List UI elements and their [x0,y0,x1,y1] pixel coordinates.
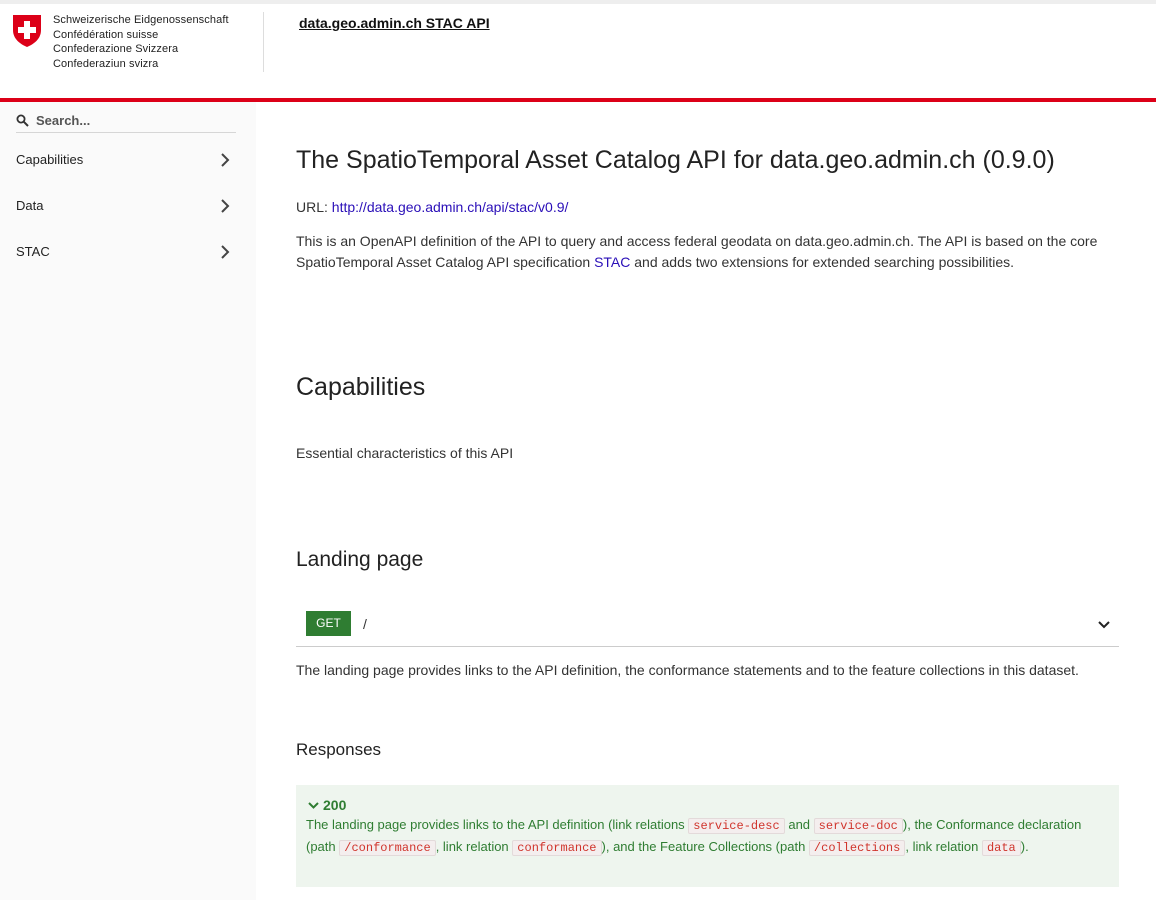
page-header: Schweizerische Eidgenossenschaft Confédé… [0,4,1156,98]
api-description: This is an OpenAPI definition of the API… [296,231,1116,273]
intro-text: and adds two extensions for extended sea… [634,254,1015,270]
operation-description: The landing page provides links to the A… [296,662,1079,678]
search-input[interactable] [36,110,232,130]
confederation-name: Schweizerische Eidgenossenschaft Confédé… [53,13,229,71]
sidebar-item-label: Data [16,198,44,213]
api-url-link[interactable]: http://data.geo.admin.ch/api/stac/v0.9/ [332,199,569,215]
http-method-badge: GET [306,611,351,636]
url-label: URL: [296,199,328,215]
search-icon [16,114,29,127]
response-description: The landing page provides links to the A… [306,815,1106,858]
confederation-line: Confederaziun svizra [53,57,159,70]
sidebar-item-stac[interactable]: STAC [0,232,256,272]
operation-row[interactable]: GET / [296,608,1119,647]
responses-heading: Responses [296,740,382,759]
api-url-line: URL: http://data.geo.admin.ch/api/stac/v… [296,199,568,215]
code-token: service-doc [813,818,903,834]
page-title: The SpatioTemporal Asset Catalog API for… [296,146,1055,174]
search-box [16,110,236,133]
response-200-panel[interactable]: 200 The landing page provides links to t… [296,785,1119,887]
response-text: , link relation [435,838,509,854]
chevron-right-icon [221,153,230,167]
code-token: /collections [808,839,906,856]
capabilities-heading: Capabilities [296,373,426,401]
code-token: conformance [512,839,602,856]
chevron-down-icon [308,802,319,809]
sidebar-item-label: Capabilities [16,152,84,167]
response-text: and [788,817,811,832]
operation-path: / [363,616,367,632]
chevron-down-icon[interactable] [1097,618,1111,632]
response-code: 200 [323,797,347,813]
confederation-line: Confédération suisse [53,28,159,41]
header-divider [263,12,264,72]
chevron-right-icon [221,245,230,259]
response-text: ). [1020,838,1029,854]
sidebar: Capabilities Data STAC [0,102,256,900]
chevron-right-icon [221,199,230,213]
sidebar-item-capabilities[interactable]: Capabilities [0,140,256,180]
code-token: service-desc [688,818,785,834]
code-token: /conformance [339,839,436,856]
confederation-line: Confederazione Svizzera [53,43,179,56]
stac-link[interactable]: STAC [594,254,630,270]
sidebar-item-data[interactable]: Data [0,186,256,226]
site-title-link[interactable]: data.geo.admin.ch STAC API [299,15,490,31]
sidebar-item-label: STAC [16,244,50,259]
confederation-line: Schweizerische Eidgenossenschaft [53,14,229,26]
response-code-header[interactable]: 200 [308,797,346,813]
response-text: ), and the Feature Collections (path [601,838,806,854]
swiss-shield-icon [13,15,41,47]
landing-page-heading: Landing page [296,548,424,571]
code-token: data [981,839,1021,856]
capabilities-description: Essential characteristics of this API [296,445,514,461]
main-content: The SpatioTemporal Asset Catalog API for… [256,102,1156,900]
response-text: The landing page provides links to the A… [306,817,685,832]
response-text: , link relation [905,838,979,854]
